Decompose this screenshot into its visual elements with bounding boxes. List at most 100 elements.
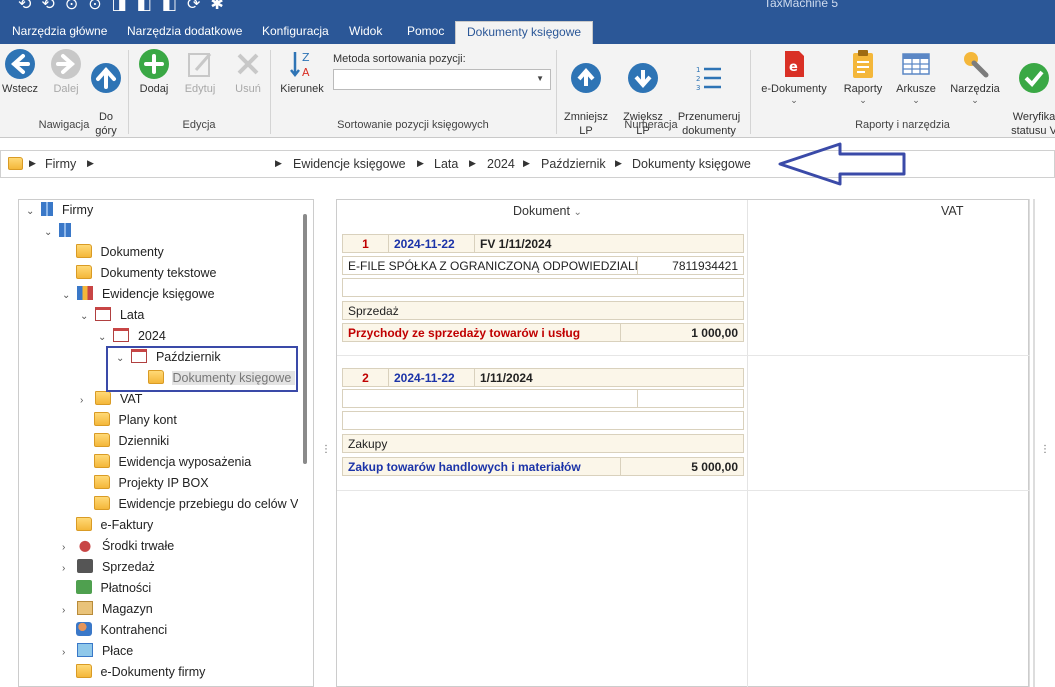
folder-icon [94, 454, 110, 468]
quick-access-toolbar[interactable]: ⟲⟲⊙⊙◨◧◧⟳✱ [18, 0, 234, 14]
chevron-down-icon[interactable]: ⌄ [44, 223, 56, 243]
back-button[interactable]: Wstecz [2, 48, 38, 96]
warehouse-icon [77, 601, 94, 615]
chevron-down-icon[interactable]: ⌄ [62, 286, 74, 306]
tree-node-plany-kont[interactable]: Plany kont [94, 410, 177, 430]
chevron-right-icon[interactable]: › [62, 559, 74, 579]
doc-contractor[interactable] [342, 389, 638, 408]
tools-button[interactable]: Narzędzia ⌄ [946, 48, 1004, 105]
documents-grid: Dokument ⌄ VAT 1 2024-11-22 FV 1/11/2024… [336, 199, 1030, 687]
delete-button[interactable]: Usuń [230, 48, 266, 96]
tree-label: Firmy [61, 203, 94, 217]
sort-method-select[interactable]: ▼ [333, 69, 551, 90]
chevron-down-icon[interactable]: ⌄ [80, 307, 92, 327]
tree-node-magazyn[interactable]: › Magazyn [62, 599, 153, 619]
tree-node-przebieg[interactable]: Ewidencje przebiegu do celów V [94, 494, 298, 514]
tree-node-2024[interactable]: ⌄ 2024 [98, 326, 166, 346]
e-documents-button[interactable]: e e-Dokumenty ⌄ [756, 48, 832, 105]
tab-narzedzia-dodatkowe[interactable]: Narzędzia dodatkowe [125, 21, 244, 44]
breadcrumb-separator-icon[interactable]: ▶ [275, 158, 282, 169]
chevron-down-icon: ⌄ [971, 95, 979, 105]
doc-lp[interactable]: 1 [342, 234, 389, 253]
tree-node-kontrahenci[interactable]: Kontrahenci [76, 620, 167, 640]
breadcrumb-ewidencje[interactable]: Ewidencje księgowe [293, 157, 406, 171]
doc-number[interactable]: 1/11/2024 [474, 368, 744, 387]
breadcrumb-separator-icon[interactable]: ▶ [29, 158, 36, 169]
column-header-vat[interactable]: VAT [941, 204, 963, 218]
breadcrumb-dokumenty-ksiegowe[interactable]: Dokumenty księgowe [632, 157, 751, 171]
tab-widok[interactable]: Widok [347, 21, 384, 44]
doc-type[interactable]: Zakupy [342, 434, 744, 453]
tree-node-company[interactable]: ⌄ [44, 221, 76, 241]
edit-button[interactable]: Edytuj [181, 48, 219, 96]
breadcrumb-separator-icon[interactable]: ▶ [87, 158, 94, 169]
folder-icon [95, 391, 112, 405]
chevron-down-icon[interactable]: ⌄ [98, 328, 110, 348]
tree-node-dzienniki[interactable]: Dzienniki [94, 431, 169, 451]
tree-node-e-dokumenty-firmy[interactable]: e-Dokumenty firmy [76, 662, 205, 682]
chevron-right-icon[interactable]: › [62, 643, 74, 663]
doc-contractor[interactable]: E-FILE SPÓŁKA Z OGRANICZONĄ ODPOWIEDZIAL… [342, 256, 638, 275]
tree-node-wyposazenie[interactable]: Ewidencja wyposażenia [94, 452, 251, 472]
breadcrumb-lata[interactable]: Lata [434, 157, 458, 171]
tree-node-e-faktury[interactable]: e-Faktury [76, 515, 153, 535]
breadcrumb-separator-icon[interactable]: ▶ [615, 158, 622, 169]
contacts-icon [76, 622, 92, 636]
doc-lp[interactable]: 2 [342, 368, 389, 387]
doc-account[interactable]: Zakup towarów handlowych i materiałów [342, 457, 621, 476]
doc-date[interactable]: 2024-11-22 [388, 368, 475, 387]
breadcrumb-miesiac[interactable]: Październik [541, 157, 606, 171]
doc-amount[interactable]: 1 000,00 [620, 323, 744, 342]
tree-node-vat[interactable]: › VAT [80, 389, 142, 409]
breadcrumb-separator-icon[interactable]: ▶ [417, 158, 424, 169]
chevron-down-icon: ⌄ [790, 95, 798, 105]
breadcrumb-rok[interactable]: 2024 [487, 157, 515, 171]
tree-node-ipbox[interactable]: Projekty IP BOX [94, 473, 209, 493]
tree-node-sprzedaz[interactable]: › Sprzedaż [62, 557, 155, 577]
doc-nip[interactable]: 7811934421 [637, 256, 744, 275]
tree-node-platnosci[interactable]: Płatności [76, 578, 151, 598]
breadcrumb-separator-icon[interactable]: ▶ [523, 158, 530, 169]
tree-node-place[interactable]: › Płace [62, 641, 133, 661]
chevron-down-icon[interactable]: ⌄ [26, 202, 38, 222]
tree-node-firmy[interactable]: ⌄ Firmy [26, 200, 93, 220]
tree-node-srodki-trwale[interactable]: › Środki trwałe [62, 536, 174, 556]
breadcrumb-separator-icon[interactable]: ▶ [469, 158, 476, 169]
tab-dokumenty-ksiegowe[interactable]: Dokumenty księgowe [455, 21, 594, 44]
doc-amount[interactable]: 5 000,00 [620, 457, 744, 476]
column-header-document[interactable]: Dokument ⌄ [513, 204, 582, 218]
tree-scrollbar[interactable] [303, 214, 307, 464]
tab-narzedzia-glowne[interactable]: Narzędzia główne [10, 21, 109, 44]
tab-konfiguracja[interactable]: Konfiguracja [260, 21, 331, 44]
doc-number[interactable]: FV 1/11/2024 [474, 234, 744, 253]
panel-splitter-handle[interactable]: ⋮ [1040, 444, 1050, 455]
tree-node-dokumenty[interactable]: Dokumenty [76, 242, 164, 262]
chevron-right-icon[interactable]: › [62, 601, 74, 621]
svg-text:3: 3 [696, 84, 700, 92]
tree-node-ewidencje[interactable]: ⌄ Ewidencje księgowe [62, 284, 215, 304]
panel-splitter-handle[interactable]: ⋮ [321, 444, 331, 455]
add-button[interactable]: Dodaj [136, 48, 172, 96]
checkmark-icon [1019, 63, 1049, 93]
chevron-right-icon[interactable]: › [62, 538, 74, 558]
tree-label: Dzienniki [118, 434, 170, 448]
doc-type[interactable]: Sprzedaż [342, 301, 744, 320]
tree-label: 2024 [137, 329, 166, 343]
direction-button[interactable]: ZA Kierunek [278, 48, 326, 96]
doc-empty-row[interactable] [342, 411, 744, 430]
doc-empty-row[interactable] [342, 278, 744, 297]
reports-button[interactable]: Raporty ⌄ [838, 48, 888, 105]
payroll-icon [77, 643, 94, 657]
chevron-right-icon[interactable]: › [80, 391, 92, 411]
breadcrumb-firmy[interactable]: Firmy [45, 157, 76, 171]
tree-label: Plany kont [118, 413, 177, 427]
next-button[interactable]: Dalej [48, 48, 84, 96]
folder-icon [76, 244, 92, 258]
tree-node-dokumenty-tekstowe[interactable]: Dokumenty tekstowe [76, 263, 217, 283]
sheets-button[interactable]: Arkusze ⌄ [892, 48, 940, 105]
tab-pomoc[interactable]: Pomoc [405, 21, 446, 44]
doc-date[interactable]: 2024-11-22 [388, 234, 475, 253]
doc-account[interactable]: Przychody ze sprzedaży towarów i usług [342, 323, 621, 342]
tree-node-lata[interactable]: ⌄ Lata [80, 305, 144, 325]
doc-nip[interactable] [637, 389, 744, 408]
